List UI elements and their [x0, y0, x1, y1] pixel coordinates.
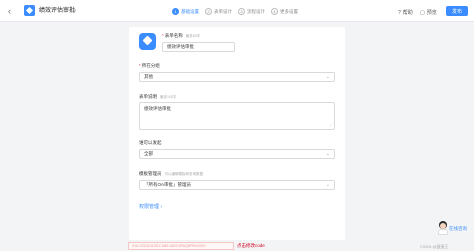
- description-label: 表单说明 最多100字: [139, 94, 177, 99]
- manager-label: 模板管理员 可以编辑模板和查询数据: [139, 171, 204, 176]
- code-value: IOA-VSZ3Z11ZEX-M82-4829-5PAQ8PPAXU5X: [132, 244, 206, 248]
- submitter-select[interactable]: 全部 ⌄: [139, 149, 335, 159]
- top-bar: ‹ 绩效评估审批 ✎ 1 基础设置 2 表单设计 3 流程设计 4 更多设置 ?…: [0, 0, 474, 22]
- approval-app-icon: [24, 5, 35, 16]
- permission-management-link[interactable]: 权限管理 ›: [139, 203, 162, 210]
- preview-label: 预览: [426, 10, 437, 16]
- edit-icon[interactable]: ✎: [72, 7, 77, 15]
- preview-button[interactable]: ▢ 预览: [420, 9, 437, 17]
- step-number: 4: [271, 8, 278, 15]
- manager-select[interactable]: 「所有OA审批」管理员 ⌄: [139, 180, 335, 190]
- back-icon[interactable]: ‹: [8, 6, 11, 16]
- manager-value: 「所有OA审批」管理员: [144, 182, 192, 187]
- form-name-input[interactable]: 绩效评估审批: [162, 42, 235, 52]
- help-icon: ?: [398, 9, 401, 16]
- submitter-value: 全部: [144, 151, 153, 156]
- form-name-value: 绩效评估审批: [167, 44, 194, 49]
- description-textarea[interactable]: 绩效评估审批 ⟋: [139, 102, 335, 130]
- approval-form-icon[interactable]: [139, 33, 156, 50]
- edit-code-note[interactable]: 点击修改code: [237, 243, 265, 249]
- form-name-hint: 最多50字: [185, 34, 201, 38]
- page-title: 绩效评估审批: [39, 8, 76, 14]
- group-select[interactable]: 其他 ⌄: [139, 72, 335, 82]
- help-label: 帮助: [402, 10, 413, 16]
- chevron-down-icon: ⌄: [325, 151, 330, 157]
- description-hint: 最多100字: [160, 95, 177, 99]
- step-basic-settings[interactable]: 1 基础设置: [172, 8, 199, 15]
- chevron-down-icon: ⌄: [325, 182, 330, 188]
- assistant-avatar[interactable]: [437, 221, 449, 235]
- publish-button[interactable]: 发布: [446, 6, 468, 16]
- step-indicator: 1 基础设置 2 表单设计 3 流程设计 4 更多设置: [172, 8, 298, 15]
- settings-card: *表单名称 最多50字 绩效评估审批 *所在分组 其他 ⌄ 表单说明 最多100字 …: [129, 27, 345, 240]
- chevron-down-icon: ⌄: [325, 74, 330, 80]
- step-label: 基础设置: [181, 8, 199, 14]
- step-number: 2: [205, 8, 212, 15]
- preview-icon: ▢: [420, 9, 425, 16]
- help-button[interactable]: ? 帮助: [398, 9, 413, 17]
- group-value: 其他: [144, 74, 153, 79]
- step-number: 1: [172, 8, 179, 15]
- form-name-label: *表单名称 最多50字: [162, 33, 201, 38]
- step-flow-design[interactable]: 3 流程设计: [238, 8, 265, 15]
- watermark: CSDN @蛋蛋王: [420, 244, 449, 249]
- description-value: 绩效评估审批: [144, 106, 171, 111]
- step-form-design[interactable]: 2 表单设计: [205, 8, 232, 15]
- group-label: *所在分组: [139, 63, 160, 68]
- step-number: 3: [238, 8, 245, 15]
- submitter-label: 谁可以发起: [139, 140, 162, 145]
- resize-grip-icon[interactable]: ⟋: [329, 123, 332, 128]
- step-label: 表单设计: [214, 8, 232, 14]
- code-field[interactable]: IOA-VSZ3Z11ZEX-M82-4829-5PAQ8PPAXU5X: [128, 242, 234, 250]
- step-label: 流程设计: [247, 8, 265, 14]
- manager-hint: 可以编辑模板和查询数据: [164, 172, 204, 176]
- online-consult-label[interactable]: 在线咨询: [449, 226, 467, 232]
- step-more-settings[interactable]: 4 更多设置: [271, 8, 298, 15]
- step-label: 更多设置: [280, 8, 298, 14]
